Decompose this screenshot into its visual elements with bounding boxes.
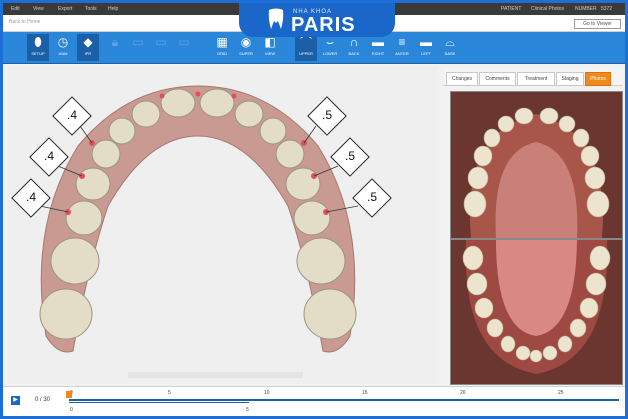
grid-icon: ▦ [216, 35, 228, 49]
tick-10: 10 [264, 390, 270, 396]
square-icon: ▭ [178, 35, 190, 49]
super-label: SUPER [239, 51, 253, 56]
menu-view[interactable]: View [33, 6, 44, 12]
left-view-icon: ▬ [420, 35, 432, 49]
timeline-subtrack[interactable] [69, 402, 249, 403]
ipr-label-left-3: .4 [11, 178, 51, 218]
lock-icon: 🔒︎ [111, 35, 119, 49]
arch-viewer[interactable]: .4 .4 .4 .5 .5 .5 [8, 66, 438, 384]
app-window: Edit View Export Tools Help PATIENT Clin… [3, 3, 625, 416]
view-icon: ◧ [264, 35, 276, 49]
square-icon: ▭ [155, 35, 167, 49]
brand-name: PARIS [291, 14, 356, 36]
lower-arch-image [451, 240, 622, 384]
upper-arch-icon: ⌒ [299, 35, 312, 49]
tooth-icon: ⬮ [34, 35, 42, 49]
upper-arch-image [451, 92, 622, 238]
anter-label: ANTER [395, 51, 409, 56]
side-tabs: Changes Comments Treatment Staging Photo… [443, 69, 623, 86]
diamond-icon: ◆ [83, 35, 93, 49]
right-label: RIGHT [371, 51, 385, 56]
tab-staging[interactable]: Staging [556, 72, 584, 86]
back-view-button[interactable]: ∩ BACK [343, 34, 365, 61]
clock-icon: ◷ [57, 35, 69, 49]
left-label: LEFT [421, 51, 431, 56]
number-value: 5372 [601, 6, 613, 12]
arch-icon: ∩ [349, 35, 359, 49]
super-button[interactable]: ◉ SUPER [235, 34, 257, 61]
tick-20: 20 [460, 390, 466, 396]
right-view-button[interactable]: ▬ RIGHT [367, 34, 389, 61]
subtick-0: 0 [70, 407, 73, 413]
upper-button[interactable]: ⌒ UPPER [295, 34, 317, 61]
anm-label: ANM [58, 51, 68, 56]
front-view-icon: ≡ [398, 35, 406, 49]
base-view-button[interactable]: ⌓ BASE [439, 34, 461, 61]
tab-changes[interactable]: Changes [446, 72, 478, 86]
tooth-logo-icon [268, 8, 284, 29]
tab-comments[interactable]: Comments [479, 72, 516, 86]
tab-treatment[interactable]: Treatment [517, 72, 555, 86]
view-button[interactable]: ◧ VIEW [259, 34, 281, 61]
setup-button[interactable]: ⬮ SETUP [27, 34, 49, 61]
subtick-5: 5 [246, 407, 249, 413]
anterior-view-button[interactable]: ≡ ANTER [391, 34, 413, 61]
anm-button[interactable]: ◷ ANM [52, 34, 74, 61]
menu-tools[interactable]: Tools [85, 6, 97, 12]
ipr-label: IPR [84, 51, 92, 56]
goto-button[interactable]: Go to Viewer [574, 19, 621, 29]
stage-timeline: ▶ 0 / 30 0 5 10 15 20 25 0 5 [3, 386, 625, 416]
right-view-icon: ▬ [372, 35, 384, 49]
menu-export[interactable]: Export [58, 6, 72, 12]
base-view-icon: ⌓ [445, 35, 455, 49]
lower-label: LOWER [322, 51, 338, 56]
tool-button-b[interactable]: ▭ [150, 34, 172, 61]
tick-15: 15 [362, 390, 368, 396]
left-view-button[interactable]: ▬ LEFT [415, 34, 437, 61]
ipr-label-left-2: .4 [29, 137, 69, 177]
lower-button[interactable]: ⌣ LOWER [319, 34, 341, 61]
scale-bar [128, 372, 303, 378]
upper-label: UPPER [299, 51, 313, 56]
tab-photos[interactable]: Photos [585, 72, 611, 86]
stage-counter: 0 / 30 [35, 397, 51, 403]
square-icon: ▭ [132, 35, 144, 49]
clinical-photos-label: Clinical Photos [531, 6, 565, 12]
upper-arch-photo[interactable] [450, 91, 623, 239]
grid-label: GRID [217, 51, 227, 56]
grid-button[interactable]: ▦ GRID [211, 34, 233, 61]
setup-label: SETUP [31, 51, 45, 56]
tick-5: 5 [168, 390, 171, 396]
tool-button-a[interactable]: ▭ [127, 34, 149, 61]
timeline-marker[interactable] [66, 391, 72, 398]
timeline-track[interactable] [69, 399, 619, 401]
ipr-label-right-3: .5 [352, 178, 392, 218]
tick-25: 25 [558, 390, 564, 396]
ipr-label-right-1: .5 [307, 96, 347, 136]
lock-button[interactable]: 🔒︎ [104, 34, 126, 61]
tool-button-c[interactable]: ▭ [173, 34, 195, 61]
brand-logo: NHA KHOA PARIS [239, 3, 395, 37]
lower-arch-photo[interactable] [450, 239, 623, 385]
patient-label: PATIENT [501, 6, 522, 12]
ipr-button[interactable]: ◆ IPR [77, 34, 99, 61]
back-link[interactable]: Back to Home [9, 19, 159, 27]
base-label: BASE [444, 51, 456, 56]
lower-arch-icon: ⌣ [326, 35, 334, 49]
menu-edit[interactable]: Edit [11, 6, 20, 12]
ipr-label-left-1: .4 [52, 96, 92, 136]
number-label: NUMBER [575, 6, 597, 12]
menu-help[interactable]: Help [108, 6, 118, 12]
ipr-label-right-2: .5 [330, 137, 370, 177]
back-label: BACK [348, 51, 360, 56]
play-button[interactable]: ▶ [11, 396, 20, 405]
overlay-icon: ◉ [240, 35, 252, 49]
view-label: VIEW [264, 51, 276, 56]
